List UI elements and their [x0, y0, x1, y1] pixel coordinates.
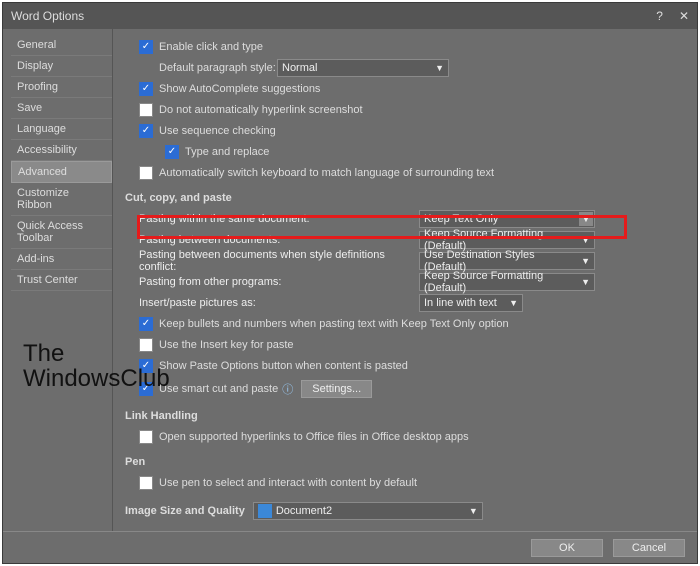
no-auto-hyperlink-label: Do not automatically hyperlink screensho…: [159, 104, 363, 116]
chevron-down-icon: ▼: [581, 277, 590, 287]
auto-switch-checkbox[interactable]: [139, 166, 153, 180]
insert-paste-pics-dropdown[interactable]: In line with text ▼: [419, 294, 523, 312]
keep-bullets-checkbox[interactable]: [139, 317, 153, 331]
paste-other-label: Pasting from other programs:: [139, 276, 419, 288]
show-paste-opts-label: Show Paste Options button when content i…: [159, 360, 408, 372]
sidebar-item-proofing[interactable]: Proofing: [11, 77, 112, 98]
content-pane: Enable click and type Default paragraph …: [113, 29, 697, 531]
sidebar-item-display[interactable]: Display: [11, 56, 112, 77]
close-icon[interactable]: ✕: [679, 9, 689, 23]
paste-between-row: Pasting between documents: Keep Source F…: [139, 231, 689, 249]
image-size-quality-row: Image Size and Quality Document2 ▼: [125, 502, 689, 520]
use-sequence-row: Use sequence checking: [139, 122, 689, 140]
ccp-header: Cut, copy, and paste: [125, 192, 689, 204]
use-sequence-checkbox[interactable]: [139, 124, 153, 138]
dialog-title: Word Options: [11, 9, 84, 23]
smart-cut-label: Use smart cut and paste: [159, 383, 278, 395]
sidebar-item-quick-access[interactable]: Quick Access Toolbar: [11, 216, 112, 249]
footer: OK Cancel: [3, 531, 697, 563]
paste-conflict-label: Pasting between documents when style def…: [139, 249, 419, 273]
insert-paste-pics-label: Insert/paste pictures as:: [139, 297, 419, 309]
sidebar-item-addins[interactable]: Add-ins: [11, 249, 112, 270]
paste-other-row: Pasting from other programs: Keep Source…: [139, 273, 689, 291]
default-para-style-dropdown[interactable]: Normal ▼: [277, 59, 449, 77]
chevron-down-icon: ▼: [435, 63, 444, 73]
image-size-quality-header: Image Size and Quality: [125, 505, 245, 517]
paste-within-label: Pasting within the same document:: [139, 213, 419, 225]
no-auto-hyperlink-row: Do not automatically hyperlink screensho…: [139, 101, 689, 119]
sidebar-item-language[interactable]: Language: [11, 119, 112, 140]
type-and-replace-row: Type and replace: [165, 143, 689, 161]
chevron-down-icon: ▼: [581, 235, 590, 245]
titlebar: Word Options ? ✕: [3, 3, 697, 29]
insert-key-row: Use the Insert key for paste: [139, 336, 689, 354]
paste-within-dropdown[interactable]: Keep Text Only ▼: [419, 210, 595, 228]
titlebar-controls: ? ✕: [656, 9, 689, 23]
enable-click-and-type-checkbox[interactable]: [139, 40, 153, 54]
smart-cut-checkbox[interactable]: [139, 382, 153, 396]
chevron-down-icon: ▼: [581, 256, 590, 266]
sidebar-item-accessibility[interactable]: Accessibility: [11, 140, 112, 161]
document-icon: [258, 504, 272, 518]
open-supported-label: Open supported hyperlinks to Office file…: [159, 431, 469, 443]
dialog-body: General Display Proofing Save Language A…: [3, 29, 697, 531]
word-options-dialog: Word Options ? ✕ General Display Proofin…: [2, 2, 698, 564]
open-supported-checkbox[interactable]: [139, 430, 153, 444]
pen-header: Pen: [125, 456, 689, 468]
ok-button[interactable]: OK: [531, 539, 603, 557]
sidebar-item-advanced[interactable]: Advanced: [11, 161, 112, 183]
paste-conflict-dropdown[interactable]: Use Destination Styles (Default) ▼: [419, 252, 595, 270]
help-icon[interactable]: ?: [656, 9, 663, 23]
sidebar: General Display Proofing Save Language A…: [3, 29, 113, 531]
show-autocomplete-row: Show AutoComplete suggestions: [139, 80, 689, 98]
keep-bullets-label: Keep bullets and numbers when pasting te…: [159, 318, 509, 330]
insert-key-label: Use the Insert key for paste: [159, 339, 294, 351]
auto-switch-label: Automatically switch keyboard to match l…: [159, 167, 494, 179]
use-pen-row: Use pen to select and interact with cont…: [139, 474, 689, 492]
default-para-style-label: Default paragraph style:: [159, 62, 277, 74]
type-and-replace-checkbox[interactable]: [165, 145, 179, 159]
insert-paste-pics-row: Insert/paste pictures as: In line with t…: [139, 294, 689, 312]
cancel-button[interactable]: Cancel: [613, 539, 685, 557]
sidebar-item-trust-center[interactable]: Trust Center: [11, 270, 112, 291]
use-pen-label: Use pen to select and interact with cont…: [159, 477, 417, 489]
show-paste-opts-row: Show Paste Options button when content i…: [139, 357, 689, 375]
type-and-replace-label: Type and replace: [185, 146, 269, 158]
paste-between-label: Pasting between documents:: [139, 234, 419, 246]
paste-conflict-row: Pasting between documents when style def…: [139, 252, 689, 270]
image-size-quality-dropdown[interactable]: Document2 ▼: [253, 502, 483, 520]
no-auto-hyperlink-checkbox[interactable]: [139, 103, 153, 117]
smart-cut-row: Use smart cut and paste ⓘ Settings...: [139, 378, 689, 400]
paste-other-dropdown[interactable]: Keep Source Formatting (Default) ▼: [419, 273, 595, 291]
link-handling-header: Link Handling: [125, 410, 689, 422]
keep-bullets-row: Keep bullets and numbers when pasting te…: [139, 315, 689, 333]
chevron-down-icon: ▼: [469, 506, 478, 516]
paste-between-dropdown[interactable]: Keep Source Formatting (Default) ▼: [419, 231, 595, 249]
paste-within-row: Pasting within the same document: Keep T…: [139, 210, 689, 228]
enable-click-and-type-row: Enable click and type: [139, 38, 689, 56]
show-autocomplete-label: Show AutoComplete suggestions: [159, 83, 320, 95]
use-pen-checkbox[interactable]: [139, 476, 153, 490]
chevron-down-icon: ▼: [509, 298, 518, 308]
sidebar-item-save[interactable]: Save: [11, 98, 112, 119]
show-autocomplete-checkbox[interactable]: [139, 82, 153, 96]
sidebar-item-general[interactable]: General: [11, 35, 112, 56]
enable-click-and-type-label: Enable click and type: [159, 41, 263, 53]
info-icon[interactable]: ⓘ: [282, 381, 293, 397]
sidebar-item-customize-ribbon[interactable]: Customize Ribbon: [11, 183, 112, 216]
insert-key-checkbox[interactable]: [139, 338, 153, 352]
show-paste-opts-checkbox[interactable]: [139, 359, 153, 373]
chevron-down-icon: ▼: [579, 212, 593, 226]
settings-button[interactable]: Settings...: [301, 380, 372, 398]
auto-switch-row: Automatically switch keyboard to match l…: [139, 164, 689, 182]
open-supported-row: Open supported hyperlinks to Office file…: [139, 428, 689, 446]
default-para-style-row: Default paragraph style: Normal ▼: [159, 59, 689, 77]
use-sequence-label: Use sequence checking: [159, 125, 276, 137]
